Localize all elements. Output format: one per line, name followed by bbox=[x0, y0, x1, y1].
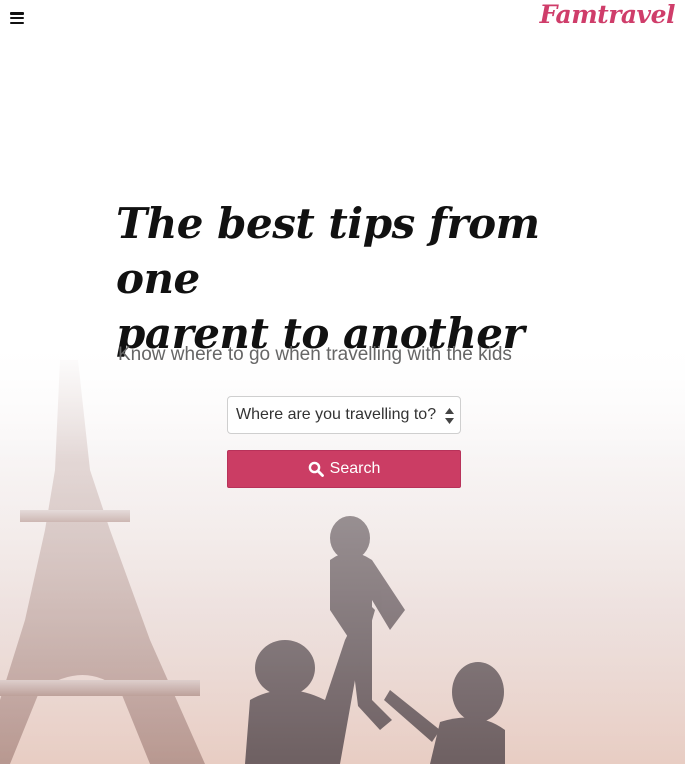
hero-title: The best tips from one parent to another bbox=[116, 196, 576, 361]
search-icon bbox=[308, 461, 324, 477]
hero-title-line1: The best tips from one bbox=[116, 199, 540, 303]
search-button[interactable]: Search bbox=[227, 450, 461, 488]
hamburger-menu-icon[interactable] bbox=[10, 12, 24, 24]
site-logo[interactable]: Famtravel bbox=[540, 0, 676, 29]
destination-select-value: Where are you travelling to? bbox=[236, 406, 437, 423]
updown-arrows-icon bbox=[445, 408, 454, 424]
search-button-label: Search bbox=[329, 460, 381, 477]
hero-subtitle: Know where to go when travelling with th… bbox=[118, 344, 512, 365]
destination-select[interactable]: Where are you travelling to? bbox=[227, 396, 461, 434]
hero-background-photo bbox=[0, 0, 685, 764]
